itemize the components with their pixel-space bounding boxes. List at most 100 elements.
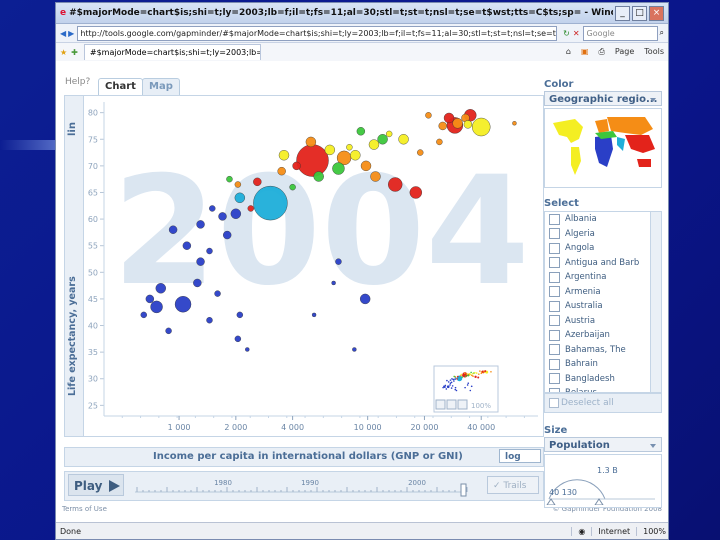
page-menu[interactable]: Page — [615, 47, 634, 57]
bubble[interactable] — [196, 220, 205, 229]
country-item[interactable]: Bahamas, The — [545, 343, 661, 358]
size-min-handle[interactable] — [546, 498, 556, 506]
browser-tab[interactable]: #$majorMode=chart$is;shi=t;ly=2003;lb=f;… — [83, 44, 261, 60]
maximize-button[interactable]: □ — [632, 5, 647, 21]
bubble[interactable] — [377, 134, 388, 145]
bubble[interactable] — [356, 127, 366, 136]
country-checkbox[interactable] — [549, 300, 560, 312]
feeds-icon[interactable]: ▣ — [581, 47, 589, 57]
country-item[interactable]: Austria — [545, 314, 661, 329]
bubble[interactable] — [313, 171, 324, 182]
country-list-scrollbar[interactable] — [650, 212, 661, 392]
bubble[interactable] — [324, 144, 336, 156]
bubble[interactable] — [292, 161, 301, 171]
zoom-reset-icon[interactable] — [457, 399, 468, 410]
bubble[interactable] — [335, 258, 342, 265]
deselect-checkbox[interactable] — [549, 398, 559, 408]
favorites-star-icon[interactable]: ★ — [60, 48, 67, 57]
country-checkbox[interactable] — [549, 228, 560, 240]
close-button[interactable]: × — [649, 5, 664, 21]
bubble[interactable] — [174, 296, 192, 313]
forward-button[interactable]: ▶ — [68, 29, 74, 38]
bubble[interactable] — [385, 130, 393, 138]
bubble[interactable] — [196, 257, 205, 266]
url-input[interactable]: http://tools.google.com/gapminder/#$majo… — [77, 25, 558, 41]
bubble[interactable] — [350, 150, 361, 161]
country-checkbox[interactable] — [549, 344, 560, 356]
bubble[interactable] — [425, 112, 432, 119]
country-item[interactable]: Belarus — [545, 386, 661, 392]
bubble[interactable] — [150, 300, 163, 314]
search-icon[interactable]: ⌕ — [660, 28, 664, 38]
country-item[interactable]: Bahrain — [545, 357, 661, 372]
country-item[interactable]: Angola — [545, 241, 661, 256]
bubble[interactable] — [278, 150, 290, 161]
bubble[interactable] — [245, 347, 250, 352]
country-checkbox[interactable] — [549, 271, 560, 283]
bubble[interactable] — [436, 138, 443, 146]
region-map[interactable] — [544, 108, 662, 188]
country-item[interactable]: Azerbaijan — [545, 328, 661, 343]
bubble[interactable] — [332, 162, 345, 175]
bubble[interactable] — [346, 144, 353, 151]
bubble[interactable] — [512, 121, 517, 126]
country-checkbox[interactable] — [549, 257, 560, 269]
help-link[interactable]: Help? — [65, 77, 90, 87]
bubble[interactable] — [247, 205, 254, 212]
country-item[interactable]: Australia — [545, 299, 661, 314]
print-icon[interactable]: ⎙ — [599, 47, 605, 57]
y-scale-toggle[interactable]: lin — [67, 106, 78, 136]
bubble[interactable] — [230, 208, 242, 219]
bubble[interactable] — [409, 186, 423, 199]
color-select[interactable]: Geographic regio... — [544, 91, 662, 106]
zoom-label[interactable]: 100% — [636, 526, 668, 536]
tools-menu[interactable]: Tools — [644, 47, 664, 57]
timeline-handle[interactable] — [460, 483, 467, 497]
x-scale-select[interactable]: log — [499, 449, 541, 463]
bubble[interactable] — [352, 347, 357, 352]
bubble[interactable] — [311, 312, 317, 318]
size-select[interactable]: Population — [544, 437, 662, 452]
deselect-all-button[interactable]: Deselect all — [544, 393, 662, 413]
bubble[interactable] — [218, 212, 227, 221]
terms-link[interactable]: Terms of Use — [62, 505, 107, 513]
bubble[interactable] — [193, 278, 202, 288]
bubble[interactable] — [463, 120, 473, 129]
bubble[interactable] — [168, 225, 178, 234]
bubble[interactable] — [253, 185, 288, 221]
bubble[interactable] — [236, 311, 244, 319]
size-max-handle[interactable] — [594, 498, 604, 506]
bubble[interactable] — [360, 160, 372, 172]
country-checkbox[interactable] — [549, 286, 560, 298]
bubble[interactable] — [182, 241, 192, 250]
bubble[interactable] — [438, 121, 447, 131]
bubble[interactable] — [214, 290, 221, 297]
country-checkbox[interactable] — [549, 242, 560, 254]
search-input[interactable]: Google — [582, 25, 658, 41]
bubble[interactable] — [370, 171, 381, 182]
bubble[interactable] — [234, 192, 246, 203]
y-axis-label[interactable]: Life expectancy, years — [67, 276, 78, 396]
add-favorite-icon[interactable]: ✚ — [71, 48, 78, 57]
bubble[interactable] — [155, 283, 166, 294]
country-item[interactable]: Algeria — [545, 227, 661, 242]
country-checkbox[interactable] — [549, 213, 560, 225]
country-item[interactable]: Armenia — [545, 285, 661, 300]
country-item[interactable]: Bangladesh — [545, 372, 661, 387]
zoom-in-icon[interactable] — [435, 399, 446, 410]
bubble[interactable] — [368, 139, 380, 150]
bubble[interactable] — [145, 294, 155, 304]
zoom-out-icon[interactable] — [446, 399, 457, 410]
bubble[interactable] — [165, 327, 172, 335]
bubble[interactable] — [296, 144, 329, 177]
bubble[interactable] — [234, 335, 242, 343]
play-button[interactable]: Play — [68, 474, 124, 496]
country-checkbox[interactable] — [549, 358, 560, 370]
country-checkbox[interactable] — [549, 373, 560, 385]
tab-chart[interactable]: Chart — [98, 78, 143, 95]
bubble[interactable] — [398, 134, 409, 145]
trails-checkbox[interactable]: ✓ Trails — [487, 476, 539, 494]
country-item[interactable]: Argentina — [545, 270, 661, 285]
bubble[interactable] — [253, 177, 262, 187]
refresh-icon[interactable]: ↻ — [563, 29, 570, 38]
